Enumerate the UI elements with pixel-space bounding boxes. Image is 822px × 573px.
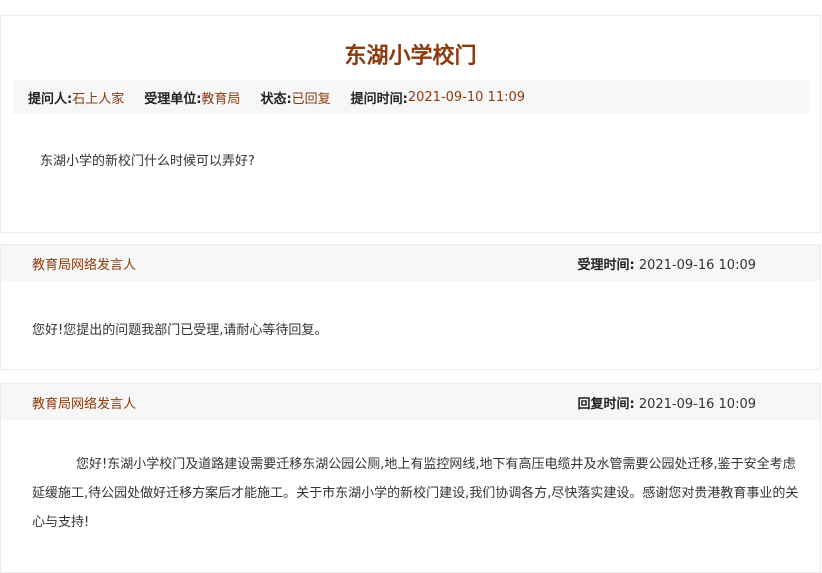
accept-header: 教育局网络发言人 受理时间: 2021-09-16 10:09 <box>1 245 820 281</box>
reply-time-label: 回复时间: <box>577 396 635 412</box>
status-label: 状态: <box>260 91 292 107</box>
accept-time-label: 受理时间: <box>577 257 635 273</box>
reply-text: 您好!东湖小学校门及道路建设需要迁移东湖公园公厕,地上有监控网线,地下有高压电缆… <box>32 457 799 530</box>
accept-time-group: 受理时间: 2021-09-16 10:09 <box>578 254 757 273</box>
reply-time-value: 2021-09-16 10:09 <box>638 396 756 412</box>
reply-header: 教育局网络发言人 回复时间: 2021-09-16 10:09 <box>1 384 820 420</box>
department-name: 教育局 <box>201 91 241 107</box>
question-text: 东湖小学的新校门什么时候可以弄好? <box>40 154 255 169</box>
reply-responder: 教育局网络发言人 <box>32 396 137 412</box>
accept-time-value: 2021-09-16 10:09 <box>638 257 756 273</box>
asked-time-value: 2021-09-10 11:09 <box>407 89 526 105</box>
question-meta-bar: 提问人: 石上人家 受理单位: 教育局 状态: 已回复 提问时间: 2021-0… <box>13 80 810 114</box>
accept-panel: 教育局网络发言人 受理时间: 2021-09-16 10:09 您好!您提出的问… <box>0 244 821 370</box>
status-value: 已回复 <box>291 91 331 107</box>
department-label: 受理单位: <box>144 91 202 107</box>
question-panel: 东湖小学校门 提问人: 石上人家 受理单位: 教育局 状态: 已回复 提问时间:… <box>0 15 821 233</box>
reply-panel: 教育局网络发言人 回复时间: 2021-09-16 10:09 您好!东湖小学校… <box>0 383 821 573</box>
accept-text: 您好!您提出的问题我部门已受理,请耐心等待回复。 <box>32 323 328 338</box>
asked-time-label: 提问时间: <box>350 91 408 107</box>
asker-label: 提问人: <box>28 91 73 107</box>
reply-time-group: 回复时间: 2021-09-16 10:09 <box>578 393 757 412</box>
asker-name: 石上人家 <box>72 91 125 107</box>
accept-responder: 教育局网络发言人 <box>32 257 137 273</box>
page-title: 东湖小学校门 <box>344 44 477 69</box>
